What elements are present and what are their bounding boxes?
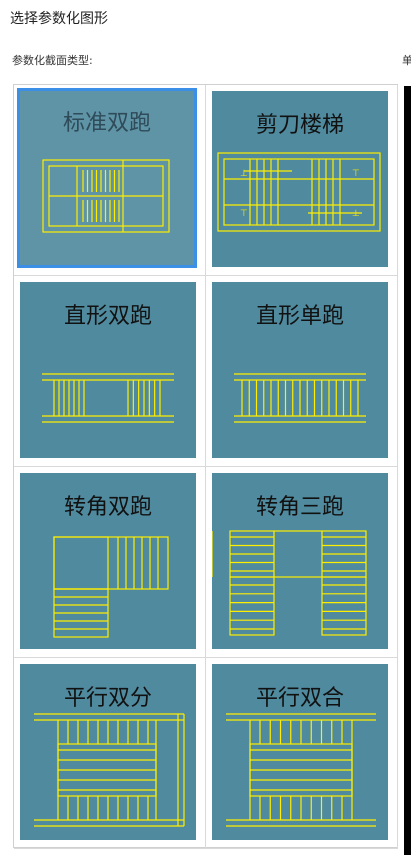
stair-label: 转角双跑	[63, 495, 152, 520]
section-label: 参数化截面类型:	[12, 54, 93, 67]
preview-panel	[404, 86, 411, 855]
stair-tile: 标准双跑	[17, 88, 197, 268]
stair-option-straight-double[interactable]: 直形双跑	[14, 276, 206, 467]
stair-option-corner-double[interactable]: 转角双跑	[14, 467, 206, 658]
stair-option-corner-triple[interactable]: 转角三跑	[206, 467, 398, 658]
stair-option-parallel-split[interactable]: 平行双分	[14, 658, 206, 849]
stair-option-scissor[interactable]: ⊥ ⊤ ⊤ ⊥ 剪刀楼梯	[206, 85, 398, 276]
svg-text:⊥: ⊥	[352, 209, 360, 219]
side-panel-label: 单	[402, 54, 411, 67]
stair-tile: ⊥ ⊤ ⊤ ⊥ 剪刀楼梯	[212, 91, 388, 267]
stair-type-grid: 标准双跑 ⊥ ⊤ ⊤ ⊥ 剪刀楼梯 直形双跑 直形单跑 转角双跑 转角三跑 平行…	[13, 84, 398, 849]
stair-label: 直形双跑	[63, 304, 152, 329]
stair-tile: 转角三跑	[212, 473, 388, 649]
stair-label: 标准双跑	[62, 111, 151, 136]
stair-tile: 平行双合	[212, 664, 388, 840]
dialog-title: 选择参数化图形	[10, 11, 108, 27]
svg-text:⊤: ⊤	[240, 209, 248, 219]
stair-tile: 直形双跑	[20, 282, 196, 458]
stair-label: 平行双分	[63, 686, 152, 711]
stair-label: 剪刀楼梯	[255, 113, 344, 138]
svg-text:⊥: ⊥	[240, 169, 248, 179]
stair-option-straight-single[interactable]: 直形单跑	[206, 276, 398, 467]
stair-label: 转角三跑	[255, 495, 344, 520]
stair-option-standard-double[interactable]: 标准双跑	[14, 85, 206, 276]
stair-tile: 直形单跑	[212, 282, 388, 458]
stair-option-parallel-merge[interactable]: 平行双合	[206, 658, 398, 849]
stair-tile: 平行双分	[20, 664, 196, 840]
stair-label: 平行双合	[255, 686, 344, 711]
stair-label: 直形单跑	[255, 304, 344, 329]
svg-text:⊤: ⊤	[352, 169, 360, 179]
stair-tile: 转角双跑	[20, 473, 196, 649]
